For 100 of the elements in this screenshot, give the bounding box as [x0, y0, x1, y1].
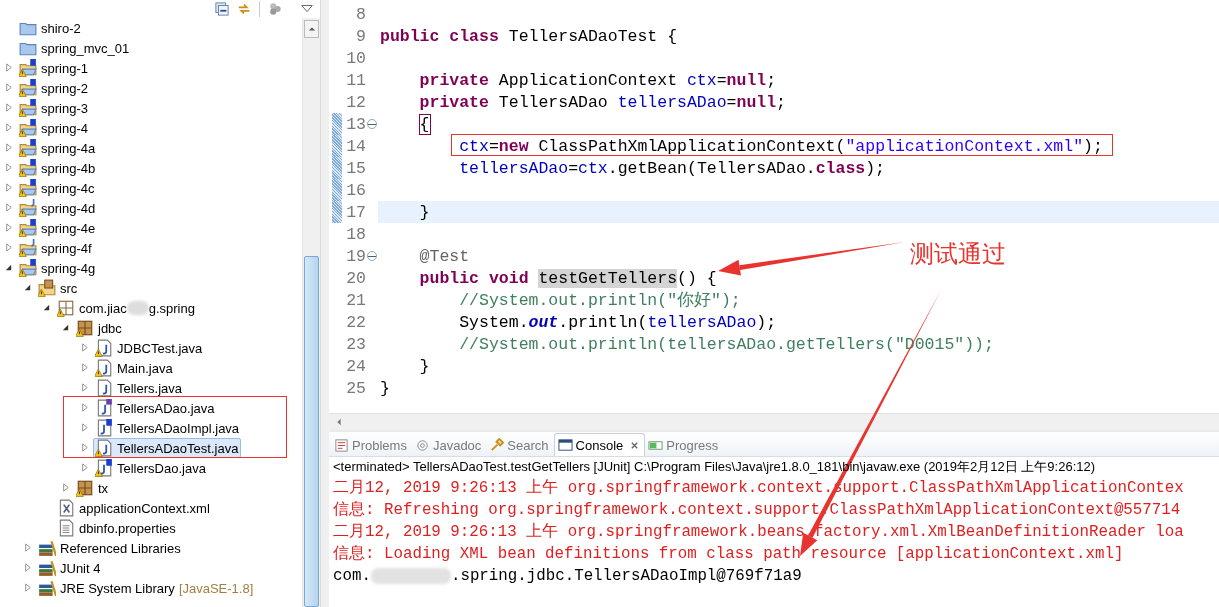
collapse-arrow-icon[interactable]	[23, 283, 33, 293]
line-number: 19	[346, 246, 366, 266]
expand-arrow-icon[interactable]	[80, 443, 90, 453]
tree-item[interactable]: Main.java	[93, 358, 176, 378]
expand-arrow-icon[interactable]	[23, 543, 33, 553]
code-line: }	[418, 202, 430, 222]
expand-arrow-icon[interactable]	[4, 103, 14, 113]
collapse-all-icon[interactable]	[215, 2, 229, 16]
console-tab[interactable]: Search	[486, 434, 554, 456]
tree-item[interactable]: applicationContext.xml	[55, 498, 213, 518]
expand-arrow-icon[interactable]	[4, 243, 14, 253]
tree-item[interactable]: JRE System Library [JavaSE-1.8]	[36, 578, 257, 598]
tree-item[interactable]: spring-4f	[17, 238, 95, 258]
close-icon[interactable]	[630, 440, 640, 450]
console-tab[interactable]: Javadoc	[411, 434, 487, 456]
tree-item[interactable]: spring-4c	[17, 178, 98, 198]
expand-arrow-icon[interactable]	[80, 343, 90, 353]
line-number: 24	[346, 356, 366, 376]
expand-arrow-icon[interactable]	[80, 463, 90, 473]
tree-item[interactable]: TellersADaoImpl.java	[93, 418, 243, 438]
code-line: }	[418, 356, 430, 376]
line-number: 15	[346, 158, 366, 178]
problems-icon	[334, 437, 349, 453]
expand-arrow-icon[interactable]	[4, 63, 14, 73]
tree-item[interactable]: TellersADaoTest.java	[93, 438, 242, 458]
expand-arrow-icon[interactable]	[80, 403, 90, 413]
expand-arrow-icon[interactable]	[80, 423, 90, 433]
expand-arrow-icon[interactable]	[4, 183, 14, 193]
collapse-arrow-icon[interactable]	[4, 263, 14, 273]
console-text: .spring.jdbc.TellersADaoImpl@769f71a9	[450, 566, 802, 587]
tree-item[interactable]: spring-2	[17, 78, 91, 98]
tree-item[interactable]: Tellers.java	[93, 378, 186, 398]
tree-item[interactable]: spring-3	[17, 98, 91, 118]
expand-arrow-icon[interactable]	[4, 203, 14, 213]
filter-icon[interactable]	[268, 2, 282, 16]
tree-item[interactable]: JUnit 4	[36, 558, 104, 578]
console-icon	[557, 437, 573, 453]
code-line: public void testGetTellers() {	[418, 268, 717, 288]
tree-item[interactable]: spring-4b	[17, 158, 99, 178]
line-number: 17	[346, 202, 366, 222]
console-tab[interactable]: Progress	[645, 434, 724, 456]
tree-item[interactable]: com.jiac g.spring	[55, 298, 198, 318]
scroll-left-icon[interactable]	[335, 418, 343, 426]
expand-arrow-icon[interactable]	[4, 123, 14, 133]
collapse-arrow-icon[interactable]	[61, 323, 71, 333]
expand-arrow-icon[interactable]	[4, 83, 14, 93]
scroll-up-button[interactable]	[304, 20, 319, 38]
code-line: public class TellersADaoTest {	[380, 26, 678, 46]
expand-arrow-icon[interactable]	[61, 483, 71, 493]
fold-icon[interactable]	[367, 119, 377, 129]
tree-item[interactable]: shiro-2	[17, 18, 84, 38]
scrollbar[interactable]	[329, 413, 1219, 430]
fold-icon[interactable]	[367, 251, 377, 261]
line-number: 23	[346, 334, 366, 354]
tree-item[interactable]: spring-4d	[17, 198, 99, 218]
line-number: 12	[346, 92, 366, 112]
collapse-arrow-icon[interactable]	[42, 303, 52, 313]
code-line: //System.out.println("你好");	[458, 290, 741, 311]
tree-item[interactable]: JDBCTest.java	[93, 338, 206, 358]
scrollbar[interactable]	[302, 18, 320, 607]
tree-item[interactable]: TellersDao.java	[93, 458, 209, 478]
tree-item[interactable]: spring-1	[17, 58, 91, 78]
line-number: 21	[346, 290, 366, 310]
code-line: }	[380, 378, 390, 398]
console-tab[interactable]: Console	[553, 433, 646, 456]
expand-arrow-icon[interactable]	[80, 383, 90, 393]
expand-arrow-icon[interactable]	[4, 163, 14, 173]
tree-item[interactable]: spring-4	[17, 118, 91, 138]
expand-arrow-icon[interactable]	[23, 563, 33, 573]
tree-item[interactable]: src	[36, 278, 81, 298]
tree-item[interactable]: spring-4a	[17, 138, 99, 158]
line-number: 25	[346, 378, 366, 398]
code-line: System.out.println(tellersADao);	[458, 312, 777, 332]
code-line: private ApplicationContext ctx=null;	[418, 70, 777, 90]
tree-item[interactable]: spring-4e	[17, 218, 99, 238]
line-number: 13	[346, 114, 366, 134]
expand-arrow-icon[interactable]	[4, 143, 14, 153]
console-line: 信息: Loading XML bean definitions from class path resource [applicationContext.xml]	[333, 544, 1125, 565]
line-number: 9	[355, 26, 366, 46]
line-number: 18	[346, 224, 366, 244]
expand-arrow-icon[interactable]	[23, 583, 33, 593]
line-number: 8	[355, 4, 366, 24]
tree-item[interactable]: Referenced Libraries	[36, 538, 184, 558]
console-text: com.	[333, 566, 371, 587]
line-number: 11	[346, 70, 366, 90]
console-tab[interactable]: Problems	[331, 434, 412, 456]
tree-item[interactable]: dbinfo.properties	[55, 518, 179, 538]
expand-arrow-icon[interactable]	[4, 223, 14, 233]
tree-item[interactable]: tx	[74, 478, 112, 498]
expand-arrow-icon[interactable]	[80, 363, 90, 373]
tree-item[interactable]: jdbc	[74, 318, 125, 338]
scrollbar-thumb[interactable]	[304, 256, 319, 607]
callout-text: 测试通过	[910, 239, 1006, 269]
tree-item[interactable]: TellersADao.java	[93, 398, 218, 418]
tree-item[interactable]: spring-4g	[17, 258, 99, 278]
line-number: 10	[346, 48, 366, 68]
line-number: 14	[346, 136, 366, 156]
tree-item[interactable]: spring_mvc_01	[17, 38, 133, 58]
line-number: 20	[346, 268, 366, 288]
link-icon[interactable]	[237, 2, 251, 16]
